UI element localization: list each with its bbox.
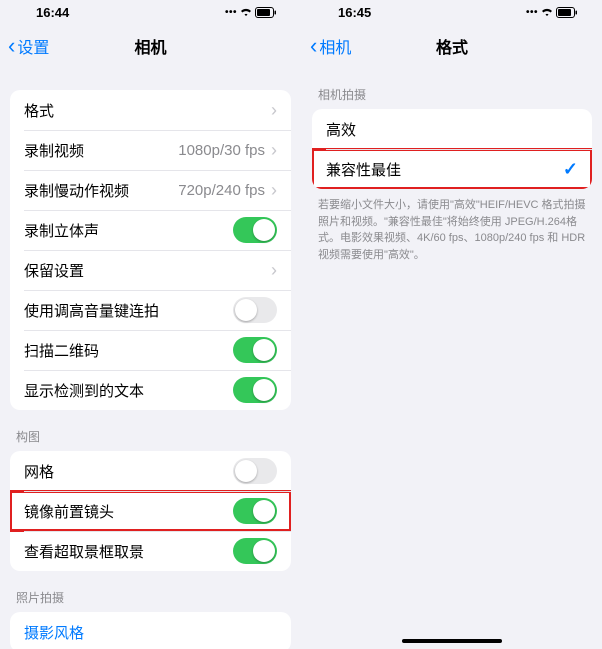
status-bar: 16:44 ••• (0, 0, 301, 24)
row-record-slomo[interactable]: 录制慢动作视频 720p/240 fps › (10, 170, 291, 210)
chevron-left-icon: ‹ (8, 35, 15, 57)
row-label: 录制立体声 (24, 220, 233, 241)
row-label: 保留设置 (24, 260, 271, 281)
row-preserve[interactable]: 保留设置 › (10, 250, 291, 290)
back-button[interactable]: ‹ 相机 (302, 34, 351, 58)
formats-screen: 16:45 ••• ‹ 相机 格式 相机拍摄 高效 兼容性最佳 ✓ 若要缩小 (301, 0, 602, 649)
back-label: 设置 (17, 34, 49, 58)
row-label: 录制视频 (24, 140, 178, 161)
row-record-video[interactable]: 录制视频 1080p/30 fps › (10, 130, 291, 170)
group-formats: 高效 兼容性最佳 ✓ (312, 109, 592, 189)
chevron-right-icon: › (271, 101, 277, 119)
row-label: 录制慢动作视频 (24, 180, 178, 201)
wifi-icon (239, 7, 253, 17)
back-button[interactable]: ‹ 设置 (0, 34, 49, 58)
section-header-camera-capture: 相机拍摄 (302, 68, 602, 109)
cellular-icon: ••• (526, 7, 538, 18)
status-time: 16:44 (36, 5, 69, 20)
row-scan-qr[interactable]: 扫描二维码 (10, 330, 291, 370)
chevron-right-icon: › (271, 261, 277, 279)
stereo-toggle[interactable] (233, 217, 277, 243)
row-label: 扫描二维码 (24, 340, 233, 361)
row-view-outside-frame[interactable]: 查看超取景框取景 (10, 531, 291, 571)
nav-bar: ‹ 设置 相机 (0, 24, 301, 68)
checkmark-icon: ✓ (563, 159, 578, 180)
detect-text-toggle[interactable] (233, 377, 277, 403)
home-indicator[interactable] (402, 639, 502, 643)
row-high-efficiency[interactable]: 高效 (312, 109, 592, 149)
scan-qr-toggle[interactable] (233, 337, 277, 363)
nav-bar: ‹ 相机 格式 (302, 24, 602, 68)
row-label: 高效 (326, 119, 578, 140)
status-time: 16:45 (338, 5, 371, 20)
section-header-composition: 构图 (0, 410, 301, 451)
row-detail: 720p/240 fps (178, 182, 265, 199)
group-photo-capture: 摄影风格 (10, 612, 291, 649)
row-label: 使用调高音量键连拍 (24, 300, 233, 321)
footer-text: 若要缩小文件大小，请使用"高效"HEIF/HEVC 格式拍摄照片和视频。"兼容性… (302, 189, 602, 263)
chevron-right-icon: › (271, 141, 277, 159)
row-grid[interactable]: 网格 (10, 451, 291, 491)
camera-settings-screen: 16:44 ••• ‹ 设置 相机 格式 › 录制视频 1080p/30 fps… (0, 0, 301, 649)
row-detail: 1080p/30 fps (178, 142, 265, 159)
row-mirror-front[interactable]: 镜像前置镜头 (10, 491, 291, 531)
mirror-front-toggle[interactable] (233, 498, 277, 524)
back-label: 相机 (319, 34, 351, 58)
section-header-photo-capture: 照片拍摄 (0, 571, 301, 612)
view-outside-toggle[interactable] (233, 538, 277, 564)
volume-burst-toggle[interactable] (233, 297, 277, 323)
chevron-left-icon: ‹ (310, 35, 317, 57)
row-label: 显示检测到的文本 (24, 380, 233, 401)
row-detect-text[interactable]: 显示检测到的文本 (10, 370, 291, 410)
row-stereo[interactable]: 录制立体声 (10, 210, 291, 250)
cellular-icon: ••• (225, 7, 237, 18)
battery-icon (255, 7, 277, 18)
row-label: 格式 (24, 100, 271, 121)
row-label: 查看超取景框取景 (24, 541, 233, 562)
row-label: 兼容性最佳 (326, 159, 563, 180)
status-indicators: ••• (225, 7, 277, 18)
grid-toggle[interactable] (233, 458, 277, 484)
group-capture: 格式 › 录制视频 1080p/30 fps › 录制慢动作视频 720p/24… (10, 90, 291, 410)
row-label: 镜像前置镜头 (24, 501, 233, 522)
status-indicators: ••• (526, 7, 578, 18)
battery-icon (556, 7, 578, 18)
wifi-icon (540, 7, 554, 17)
row-label: 网格 (24, 461, 233, 482)
row-volume-burst[interactable]: 使用调高音量键连拍 (10, 290, 291, 330)
row-photographic-styles[interactable]: 摄影风格 (10, 612, 291, 649)
row-most-compatible[interactable]: 兼容性最佳 ✓ (312, 149, 592, 189)
row-label: 摄影风格 (24, 622, 277, 643)
status-bar: 16:45 ••• (302, 0, 602, 24)
chevron-right-icon: › (271, 181, 277, 199)
row-formats[interactable]: 格式 › (10, 90, 291, 130)
group-composition: 网格 镜像前置镜头 查看超取景框取景 (10, 451, 291, 571)
